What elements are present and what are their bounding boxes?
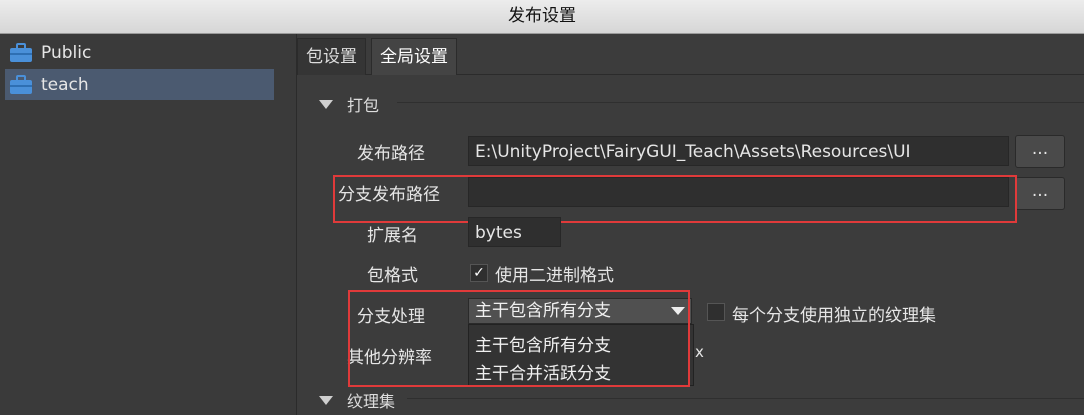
sidebar-item-label: teach [41, 74, 89, 95]
section-divider [407, 398, 1084, 399]
section-atlas-header[interactable]: 纹理集 [319, 388, 395, 412]
sidebar-item-label: Public [41, 42, 92, 63]
tab-global-settings[interactable]: 全局设置 [371, 38, 457, 75]
tab-package-settings[interactable]: 包设置 [297, 38, 366, 75]
binary-format-label: 使用二进制格式 [495, 266, 614, 286]
resolution-suffix: x [695, 343, 704, 361]
extension-input[interactable]: bytes [468, 217, 561, 247]
independent-atlas-checkbox[interactable] [707, 303, 725, 321]
briefcase-icon [10, 74, 32, 94]
tab-bar: 包设置 全局设置 [297, 34, 1084, 75]
section-title: 纹理集 [347, 392, 396, 411]
section-pack-header[interactable]: 打包 [319, 92, 379, 116]
sidebar-item-public[interactable]: Public [5, 37, 274, 68]
package-format-label: 包格式 [367, 266, 418, 286]
collapse-triangle-icon [319, 395, 333, 405]
highlight-box [333, 175, 1017, 223]
section-title: 打包 [347, 96, 380, 115]
sidebar-item-teach[interactable]: teach [5, 69, 274, 100]
settings-panel: 包设置 全局设置 打包 发布路径 E:\UnityProject\FairyGU… [297, 34, 1084, 415]
extension-label: 扩展名 [367, 226, 418, 246]
binary-format-checkbox[interactable]: ✓ [470, 264, 488, 282]
briefcase-icon [10, 42, 32, 62]
package-sidebar: Public teach [0, 34, 297, 415]
collapse-triangle-icon [319, 99, 333, 109]
publish-path-browse-button[interactable]: ... [1015, 135, 1065, 168]
section-divider [397, 102, 1084, 103]
publish-path-label: 发布路径 [357, 144, 425, 164]
window-title: 发布设置 [0, 0, 1084, 34]
highlight-box [348, 290, 690, 387]
branch-path-browse-button[interactable]: ... [1015, 177, 1065, 210]
publish-path-input[interactable]: E:\UnityProject\FairyGUI_Teach\Assets\Re… [468, 136, 1009, 166]
independent-atlas-label: 每个分支使用独立的纹理集 [732, 306, 936, 326]
